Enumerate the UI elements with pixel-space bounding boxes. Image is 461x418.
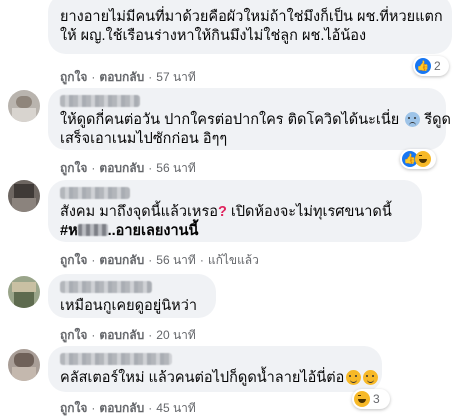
edited-label: แก้ไขแล้ว [207,253,259,267]
comment-text-line: คลัสเตอร์ใหม่ แล้วคนต่อไปก็ดูดน้ำลายไอ้น… [60,370,345,386]
smirk-face-icon [363,370,379,385]
avatar[interactable] [8,90,40,122]
reply-button[interactable]: ตอบกลับ [99,161,144,175]
avatar[interactable] [8,276,40,308]
comment-bubble: คลัสเตอร์ใหม่ แล้วคนต่อไปก็ดูดน้ำลายไอ้น… [48,346,382,392]
smirk-face-icon [346,370,362,385]
laugh-icon [354,391,370,407]
comment-actions: ถูกใจ · ตอบกลับ · 56 นาที [60,161,196,175]
comment-bubble: สังคม มาถึงจุดนี้แล้วเหรอ? เปิดห้องจะไม่… [48,180,422,242]
laugh-icon [415,151,431,167]
like-button[interactable]: ถูกใจ [60,328,87,342]
like-button[interactable]: ถูกใจ [60,401,87,415]
commenter-name[interactable] [60,95,140,107]
like-icon: 👍 [415,58,431,74]
reaction-summary[interactable]: 👍 [400,149,436,169]
like-button[interactable]: ถูกใจ [60,253,87,267]
comment-actions: ถูกใจ · ตอบกลับ · 45 นาที [60,401,196,415]
avatar[interactable] [8,349,40,381]
comment-actions: ถูกใจ · ตอบกลับ · 20 นาที [60,328,196,342]
question-mark-icon: ? [218,204,227,220]
comment-text-line: ให้ดูดกี่คนต่อวัน ปากใครต่อปากใคร ติดโคว… [60,112,400,128]
blurred-text [77,224,108,236]
comment-text-line: ให้ ผญ.ใช้เรือนร่างหาให้กินมึงไม่ใช่ลูก … [60,28,367,44]
comment-actions: ถูกใจ · ตอบกลับ · 56 นาที · แก้ไขแล้ว [60,253,259,267]
comment-text-line: เหมือนกูเคยดูอยู่นิหว่า [60,298,197,314]
comment-text-line: ยางอายไม่มีคนที่มาด้วยคือผัวใหม่ถ้าใช่มึ… [60,9,443,25]
comment-bubble: ยางอายไม่มีคนที่มาด้วยคือผัวใหม่ถ้าใช่มึ… [48,0,452,54]
comment-bubble: เหมือนกูเคยดูอยู่นิหว่า [48,274,216,318]
comment-text-line: เสร็จเอาเนมไปซักก่อน อิๆๆ [60,131,228,147]
comment-text-tail: รีดูด [424,112,451,128]
reaction-count: 3 [373,392,380,406]
hashtag-link[interactable]: #ห ..อายเลยงานนี้ [60,223,198,239]
avatar[interactable] [8,180,40,212]
like-button[interactable]: ถูกใจ [60,161,87,175]
worried-face-icon [405,112,421,127]
comment-bubble: ให้ดูดกี่คนต่อวัน ปากใครต่อปากใคร ติดโคว… [48,88,451,150]
timestamp[interactable]: 56 นาที [156,253,196,267]
reply-button[interactable]: ตอบกลับ [99,253,144,267]
reaction-summary[interactable]: 👍 2 [413,56,449,76]
reaction-summary[interactable]: 3 [352,389,390,409]
timestamp[interactable]: 20 นาที [156,328,196,342]
timestamp[interactable]: 56 นาที [156,161,196,175]
commenter-name[interactable] [60,353,172,365]
reply-button[interactable]: ตอบกลับ [99,401,144,415]
like-button[interactable]: ถูกใจ [60,70,87,84]
reply-button[interactable]: ตอบกลับ [99,70,144,84]
comment-actions: ถูกใจ · ตอบกลับ · 57 นาที [60,70,196,84]
timestamp[interactable]: 57 นาที [156,70,196,84]
comment-text-line: สังคม มาถึงจุดนี้แล้วเหรอ [60,204,218,220]
reaction-count: 2 [434,59,441,73]
commenter-name[interactable] [60,281,152,293]
reply-button[interactable]: ตอบกลับ [99,328,144,342]
comment-text-tail: เปิดห้องจะไม่ทุเรศขนาดนี้ [230,204,392,220]
commenter-name[interactable] [60,187,130,199]
timestamp[interactable]: 45 นาที [156,401,196,415]
